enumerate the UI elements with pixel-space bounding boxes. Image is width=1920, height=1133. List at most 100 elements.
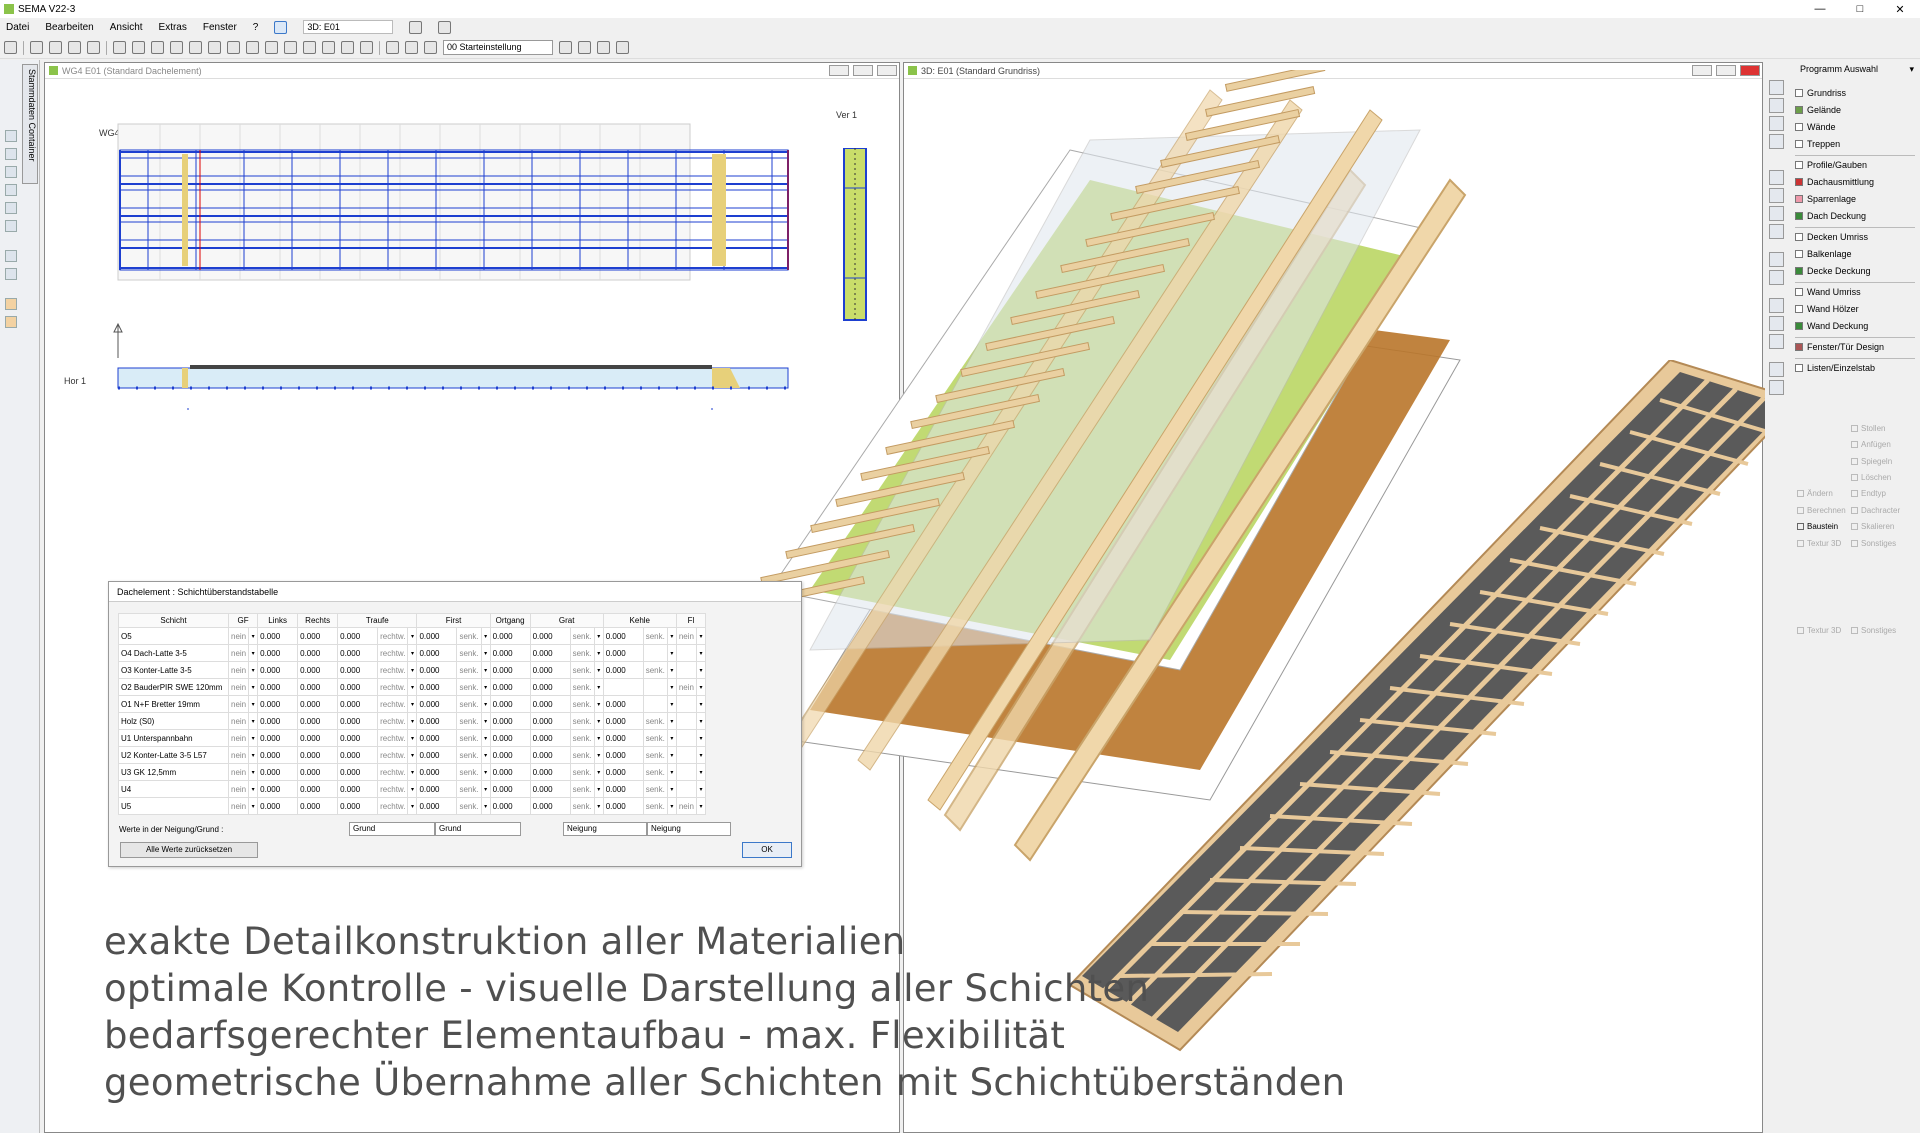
print-icon[interactable] bbox=[113, 41, 126, 54]
dropdown-arrow-icon[interactable]: ▾ bbox=[248, 712, 259, 730]
first-cell[interactable]: 0.000 bbox=[416, 661, 458, 679]
dropdown-arrow-icon[interactable]: ▾ bbox=[593, 661, 604, 679]
kehle_mode-cell[interactable]: senk. bbox=[642, 746, 668, 764]
links-cell[interactable]: 0.000 bbox=[257, 661, 299, 679]
dropdown-arrow-icon[interactable]: ▾ bbox=[248, 763, 259, 781]
panel-tool-icon[interactable] bbox=[1769, 270, 1784, 285]
tool-textur-bottom[interactable]: Textur 3D bbox=[1797, 626, 1841, 635]
gf-cell[interactable]: nein bbox=[227, 746, 250, 764]
first-cell[interactable]: 0.000 bbox=[416, 729, 458, 747]
dropdown-arrow-icon[interactable]: ▾ bbox=[407, 763, 418, 781]
dropdown-arrow-icon[interactable]: ▾ bbox=[407, 678, 418, 696]
program-grundriss[interactable]: Grundriss bbox=[1795, 88, 1920, 98]
links-cell[interactable]: 0.000 bbox=[257, 797, 299, 815]
first-mode-select[interactable]: Grund bbox=[435, 822, 521, 836]
program-dach-deckung[interactable]: Dach Deckung bbox=[1795, 211, 1920, 221]
dropdown-arrow-icon[interactable]: ▾ bbox=[666, 763, 677, 781]
rechts-cell[interactable]: 0.000 bbox=[297, 661, 339, 679]
panel-tool-icon[interactable] bbox=[1769, 134, 1784, 149]
dropdown-arrow-icon[interactable]: ▾ bbox=[666, 797, 677, 815]
tool-aendern[interactable]: Ändern bbox=[1797, 489, 1833, 498]
frame-icon[interactable] bbox=[132, 41, 145, 54]
rechts-cell[interactable]: 0.000 bbox=[297, 746, 339, 764]
traufe_mode-cell[interactable]: rechtw. bbox=[377, 797, 409, 815]
dimension-tool-icon[interactable] bbox=[5, 184, 17, 196]
panel-tool-icon[interactable] bbox=[1769, 316, 1784, 331]
program-wand-deckung[interactable]: Wand Deckung bbox=[1795, 321, 1920, 331]
gf-cell[interactable]: nein bbox=[227, 644, 250, 662]
minimize-button[interactable]: — bbox=[1800, 0, 1840, 18]
kehle_mode-cell[interactable]: senk. bbox=[642, 780, 668, 798]
view-select[interactable]: 3D: E01 bbox=[303, 20, 394, 34]
dropdown-arrow-icon[interactable]: ▾ bbox=[666, 712, 677, 730]
grat_mode-cell[interactable]: senk. bbox=[569, 627, 595, 645]
rechts-cell[interactable]: 0.000 bbox=[297, 712, 339, 730]
tool-loeschen[interactable]: Löschen bbox=[1851, 473, 1891, 482]
kehle-cell[interactable]: 0.000 bbox=[602, 729, 644, 747]
dropdown-arrow-icon[interactable]: ▾ bbox=[407, 797, 418, 815]
rechts-cell[interactable]: 0.000 bbox=[297, 780, 339, 798]
zoom-icon[interactable] bbox=[189, 41, 202, 54]
first-cell[interactable]: 0.000 bbox=[416, 780, 458, 798]
dropdown-arrow-icon[interactable]: ▾ bbox=[666, 644, 677, 662]
panel-tool-icon[interactable] bbox=[1769, 362, 1784, 377]
fl-cell[interactable] bbox=[675, 746, 697, 764]
links-cell[interactable]: 0.000 bbox=[257, 678, 299, 696]
links-cell[interactable]: 0.000 bbox=[257, 746, 299, 764]
grat-mode-select[interactable]: Neigung bbox=[563, 822, 647, 836]
dropdown-arrow-icon[interactable]: ▾ bbox=[593, 746, 604, 764]
gf-cell[interactable]: nein bbox=[227, 780, 250, 798]
dropdown-arrow-icon[interactable]: ▾ bbox=[593, 729, 604, 747]
dropdown-arrow-icon[interactable]: ▾ bbox=[666, 627, 677, 645]
traufe-cell[interactable]: 0.000 bbox=[337, 712, 379, 730]
panel-tool-icon[interactable] bbox=[1769, 224, 1784, 239]
fit-icon[interactable] bbox=[227, 41, 240, 54]
dropdown-arrow-icon[interactable]: ▾ bbox=[248, 746, 259, 764]
measure-icon[interactable] bbox=[246, 41, 259, 54]
dropdown-arrow-icon[interactable]: ▾ bbox=[695, 763, 706, 781]
gf-cell[interactable]: nein bbox=[227, 695, 250, 713]
grat_mode-cell[interactable]: senk. bbox=[569, 661, 595, 679]
select-icon[interactable] bbox=[284, 41, 297, 54]
ortgang-cell[interactable]: 0.000 bbox=[489, 797, 531, 815]
dropdown-arrow-icon[interactable]: ▾ bbox=[480, 763, 491, 781]
kehle_mode-cell[interactable]: senk. bbox=[642, 729, 668, 747]
dropdown-arrow-icon[interactable]: ▾ bbox=[593, 780, 604, 798]
first_mode-cell[interactable]: senk. bbox=[456, 627, 482, 645]
panel-tool-icon[interactable] bbox=[1769, 116, 1784, 131]
first_mode-cell[interactable]: senk. bbox=[456, 678, 482, 696]
kehle-cell[interactable]: 0.000 bbox=[602, 763, 644, 781]
kehle_mode-cell[interactable]: senk. bbox=[642, 763, 668, 781]
table-icon[interactable] bbox=[405, 41, 418, 54]
binoculars-icon[interactable] bbox=[616, 41, 629, 54]
dropdown-arrow-icon[interactable]: ▾ bbox=[407, 695, 418, 713]
grid-icon[interactable] bbox=[386, 41, 399, 54]
tool-sonstiges[interactable]: Sonstiges bbox=[1851, 539, 1896, 548]
gf-cell[interactable]: nein bbox=[227, 627, 250, 645]
rechts-cell[interactable]: 0.000 bbox=[297, 678, 339, 696]
ortgang-cell[interactable]: 0.000 bbox=[489, 746, 531, 764]
program-header[interactable]: Programm Auswahl ▾ bbox=[1800, 64, 1920, 75]
kehle_mode-cell[interactable]: senk. bbox=[642, 712, 668, 730]
traufe-cell[interactable]: 0.000 bbox=[337, 644, 379, 662]
ortgang-cell[interactable]: 0.000 bbox=[489, 712, 531, 730]
grat-cell[interactable]: 0.000 bbox=[529, 712, 571, 730]
dropdown-arrow-icon[interactable]: ▾ bbox=[593, 712, 604, 730]
dropdown-arrow-icon[interactable]: ▾ bbox=[248, 797, 259, 815]
kehle_mode-cell[interactable] bbox=[642, 644, 668, 662]
rechts-cell[interactable]: 0.000 bbox=[297, 695, 339, 713]
gf-cell[interactable]: nein bbox=[227, 797, 250, 815]
traufe_mode-cell[interactable]: rechtw. bbox=[377, 763, 409, 781]
first_mode-cell[interactable]: senk. bbox=[456, 695, 482, 713]
dropdown-arrow-icon[interactable]: ▾ bbox=[666, 729, 677, 747]
grat_mode-cell[interactable]: senk. bbox=[569, 644, 595, 662]
kehle-cell[interactable]: 0.000 bbox=[602, 627, 644, 645]
traufe_mode-cell[interactable]: rechtw. bbox=[377, 695, 409, 713]
tool-textur[interactable]: Textur 3D bbox=[1797, 539, 1841, 548]
brush-icon[interactable] bbox=[360, 41, 373, 54]
grat_mode-cell[interactable]: senk. bbox=[569, 797, 595, 815]
block-tool-icon[interactable] bbox=[5, 298, 17, 310]
dropdown-arrow-icon[interactable]: ▾ bbox=[480, 797, 491, 815]
dropdown-arrow-icon[interactable]: ▾ bbox=[407, 746, 418, 764]
program-balkenlage[interactable]: Balkenlage bbox=[1795, 249, 1920, 259]
